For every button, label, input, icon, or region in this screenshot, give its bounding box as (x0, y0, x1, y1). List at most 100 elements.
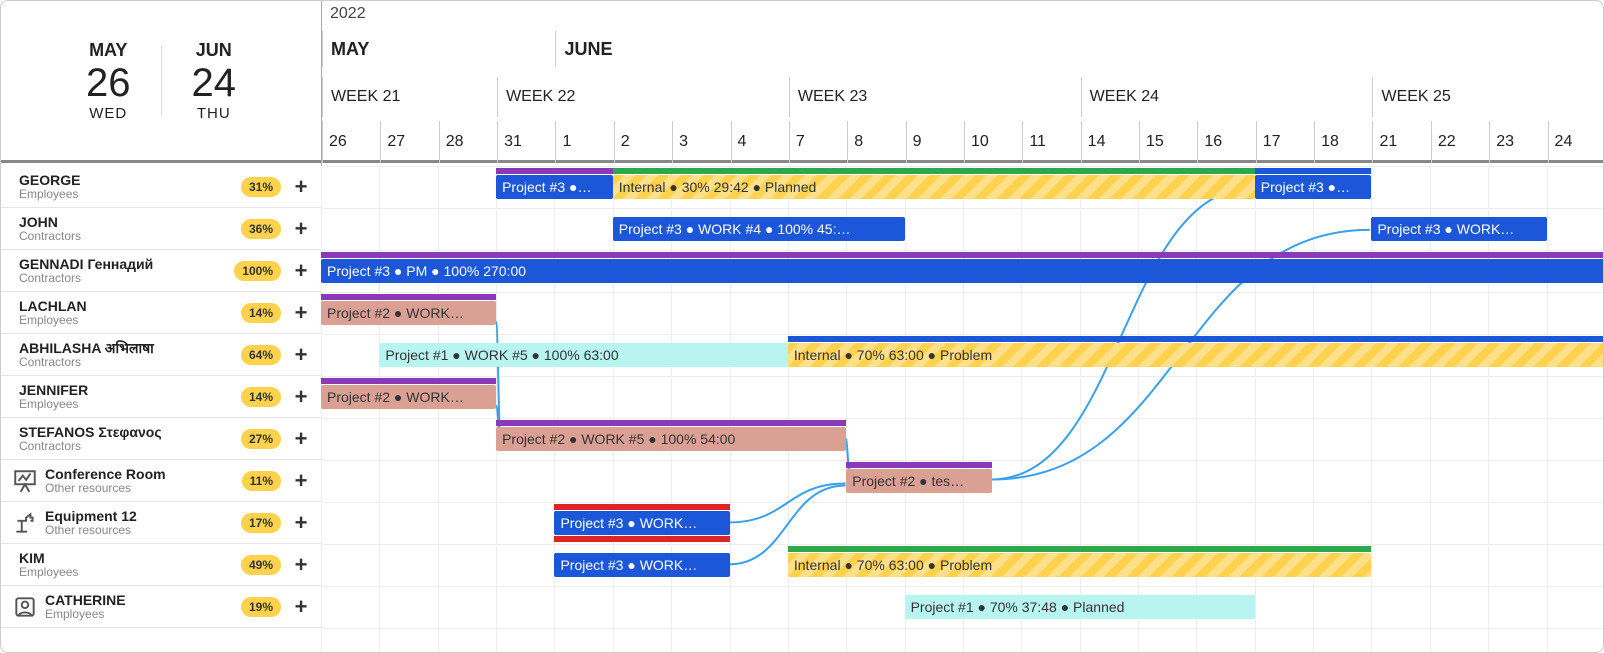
task-bar[interactable]: Project #2 ● tes… (846, 469, 992, 493)
grid-column (1255, 166, 1256, 652)
resource-row[interactable]: STEFANOS ΣτεφανοςContractors27%+ (1, 418, 321, 460)
resource-row[interactable]: CATHERINEEmployees19%+ (1, 586, 321, 628)
task-accent-top (554, 504, 729, 510)
timeline-day: 15 (1139, 121, 1197, 163)
date-separator (161, 46, 162, 116)
grid-column (438, 166, 439, 652)
add-task-button[interactable]: + (289, 385, 313, 409)
resource-row[interactable]: JENNIFEREmployees14%+ (1, 376, 321, 418)
add-task-button[interactable]: + (289, 175, 313, 199)
grid-rowline (321, 208, 1603, 209)
date-end-month: JUN (192, 40, 237, 61)
task-bar[interactable]: Project #3 ● PM ● 100% 270:00 (321, 259, 1604, 283)
add-task-button[interactable]: + (289, 259, 313, 283)
timeline-month: JUNE (555, 31, 1604, 67)
timeline-header: 2022 MAYJUNEWEEK 21WEEK 22WEEK 23WEEK 24… (322, 1, 1603, 163)
resource-role: Employees (19, 314, 241, 328)
task-accent-top (846, 462, 992, 468)
resource-row[interactable]: GENNADI ГеннадийContractors100%+ (1, 250, 321, 292)
timeline-day: 26 (322, 121, 380, 163)
board-icon (9, 465, 41, 497)
utilization-badge: 19% (241, 597, 281, 617)
task-bar[interactable]: Project #3 ● WORK #4 ● 100% 45:… (613, 217, 905, 241)
grid-rowline (321, 250, 1603, 251)
task-accent-top (321, 294, 496, 300)
add-task-button[interactable]: + (289, 217, 313, 241)
task-bar[interactable]: Project #3 ●… (496, 175, 613, 199)
grid-rowline (321, 418, 1603, 419)
timeline-body[interactable]: Project #3 ●…Internal ● 30% 29:42 ● Plan… (321, 166, 1603, 652)
resource-name: Equipment 12 (45, 508, 241, 524)
resource-name: STEFANOS Στεφανος (19, 424, 241, 440)
timeline-day: 17 (1256, 121, 1314, 163)
add-task-button[interactable]: + (289, 595, 313, 619)
timeline-day: 1 (555, 121, 613, 163)
grid-column (1021, 166, 1022, 652)
task-bar[interactable]: Project #2 ● WORK… (321, 385, 496, 409)
resource-row[interactable]: JOHNContractors36% + (1, 208, 321, 250)
task-bar[interactable]: Project #3 ●… (1255, 175, 1372, 199)
add-task-button[interactable]: + (289, 343, 313, 367)
equipment-icon (9, 507, 41, 539)
resource-role: Employees (45, 608, 241, 622)
grid-column (554, 166, 555, 652)
add-task-button[interactable]: + (289, 511, 313, 535)
resource-name: JOHN (19, 214, 241, 230)
resource-row[interactable]: KIMEmployees49%+ (1, 544, 321, 586)
grid-column (905, 166, 906, 652)
timeline-day: 3 (672, 121, 730, 163)
utilization-badge: 27% (241, 429, 281, 449)
timeline-week: WEEK 25 (1372, 77, 1604, 117)
grid-rowline (321, 376, 1603, 377)
utilization-badge: 36% (241, 219, 281, 239)
resource-row[interactable]: GEORGEEmployees31%+ (1, 166, 321, 208)
task-accent-top (496, 168, 613, 174)
add-task-button[interactable]: + (289, 553, 313, 577)
task-bar[interactable]: Internal ● 70% 63:00 ● Problem (788, 553, 1372, 577)
timeline-day: 18 (1314, 121, 1372, 163)
task-bar[interactable]: Project #1 ● 70% 37:48 ● Planned (905, 595, 1255, 619)
resource-name: ABHILASHA अभिलाषा (19, 340, 241, 356)
grid-rowline (321, 502, 1603, 503)
grid-column (1313, 166, 1314, 652)
grid-column (1196, 166, 1197, 652)
add-task-button[interactable]: + (289, 427, 313, 451)
task-bar[interactable]: Project #2 ● WORK… (321, 301, 496, 325)
task-bar[interactable]: Internal ● 30% 29:42 ● Planned (613, 175, 1255, 199)
grid-rowline (321, 460, 1603, 461)
grid-column (1547, 166, 1548, 652)
task-bar[interactable]: Project #2 ● WORK #5 ● 100% 54:00 (496, 427, 846, 451)
date-end-dow: THU (192, 105, 237, 122)
grid-rowline (321, 544, 1603, 545)
timeline-day: 24 (1548, 121, 1604, 163)
grid-column (496, 166, 497, 652)
task-bar[interactable]: Project #1 ● WORK #5 ● 100% 63:00 (379, 343, 788, 367)
resource-row[interactable]: LACHLANEmployees14%+ (1, 292, 321, 334)
resource-role: Contractors (19, 230, 241, 244)
resource-name: JENNIFER (19, 382, 241, 398)
resource-row[interactable]: Equipment 12Other resources17%+ (1, 502, 321, 544)
task-bar[interactable]: Internal ● 70% 63:00 ● Problem (788, 343, 1604, 367)
task-bar[interactable]: Project #3 ● WORK… (554, 511, 729, 535)
task-bar[interactable]: Project #3 ● WORK… (1371, 217, 1546, 241)
timeline-day: 11 (1022, 121, 1080, 163)
date-start: MAY 26 WED (66, 40, 151, 122)
resource-name: Conference Room (45, 466, 242, 482)
task-bar[interactable]: Project #3 ● WORK… (554, 553, 729, 577)
add-task-button[interactable]: + (289, 301, 313, 325)
resource-name: GENNADI Геннадий (19, 256, 234, 272)
resource-row[interactable]: Conference RoomOther resources11%+ (1, 460, 321, 502)
grid-rowline (321, 166, 1603, 167)
grid-rowline (321, 292, 1603, 293)
timeline-week: WEEK 21 (322, 77, 497, 117)
add-task-button[interactable]: + (289, 469, 313, 493)
date-end: JUN 24 THU (172, 40, 257, 122)
resource-role: Other resources (45, 482, 242, 496)
utilization-badge: 100% (234, 261, 281, 281)
timeline-day: 4 (731, 121, 789, 163)
timeline-day: 8 (847, 121, 905, 163)
resource-row[interactable]: ABHILASHA अभिलाषाContractors64%+ (1, 334, 321, 376)
timeline-day: 7 (789, 121, 847, 163)
grid-rowline (321, 334, 1603, 335)
person-icon (9, 591, 41, 623)
